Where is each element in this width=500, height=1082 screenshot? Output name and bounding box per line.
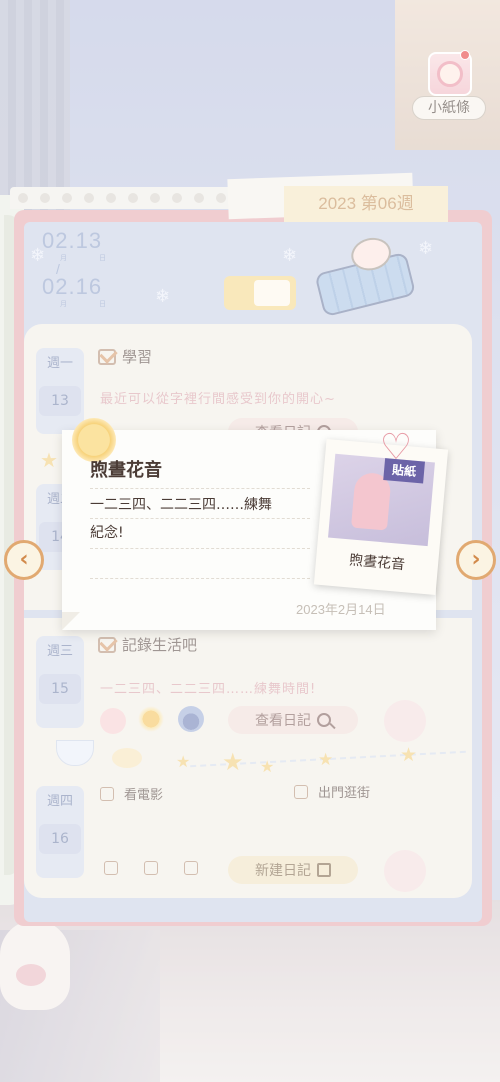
next-page-button[interactable]: › <box>456 540 496 580</box>
page-fold-corner <box>62 612 80 630</box>
heart-icon: ♡ <box>379 427 413 468</box>
dashed-divider <box>90 548 310 549</box>
sticker-name: 煦晝花音 <box>348 552 406 574</box>
dashed-divider <box>90 518 310 519</box>
popup-body-line2: 紀念! <box>90 525 124 541</box>
dashed-divider <box>90 488 310 489</box>
popup-date: 2023年2月14日 <box>296 602 386 617</box>
dashed-divider <box>90 578 310 579</box>
dancer-figure <box>350 471 392 531</box>
popup-title: 煦晝花音 <box>90 460 162 481</box>
previous-page-button[interactable]: ‹ <box>4 540 44 580</box>
popup-body-line1: 一二三四、二二三四……練舞 <box>90 497 272 513</box>
